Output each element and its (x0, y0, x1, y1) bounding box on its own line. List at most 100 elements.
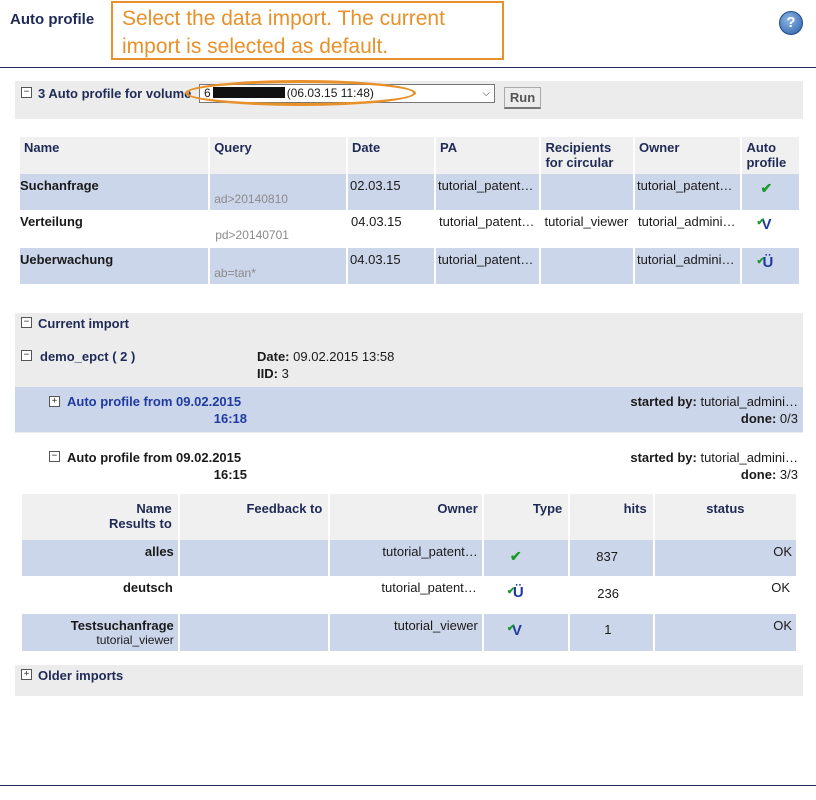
collapse-toggle-icon[interactable]: − (21, 87, 32, 98)
expand-toggle-icon[interactable]: + (49, 396, 60, 407)
import-iid-value: 3 (281, 366, 289, 381)
result-hits[interactable]: 837 (568, 540, 654, 576)
result-feedback (177, 540, 330, 576)
col-owner: Owner (632, 137, 742, 174)
header-divider (0, 67, 816, 68)
highlight-ellipse (185, 80, 416, 106)
result-results-to: tutorial_viewer (96, 633, 174, 647)
done-value: 0/3 (779, 411, 798, 426)
result-name[interactable]: deutsch (22, 576, 179, 614)
started-by-label: started by: (630, 394, 697, 409)
v-icon[interactable]: ✔ V (741, 210, 799, 248)
import-iid-label: IID: (257, 366, 278, 381)
result-status: OK (652, 614, 796, 651)
result-name[interactable]: alles (22, 540, 179, 576)
chevron-down-icon: ⌵ (482, 88, 490, 99)
col-pa: PA (434, 137, 541, 174)
result-name-cell[interactable]: Testsuchanfrage tutorial_viewer (22, 614, 179, 651)
collapse-toggle-icon[interactable]: − (21, 317, 32, 328)
result-owner: tutorial_viewer (328, 614, 483, 651)
profile-owner: tutorial_patent… (632, 174, 742, 210)
table-header-row: Name Results to Feedback to Owner Type h… (22, 494, 796, 540)
result-feedback (177, 614, 330, 651)
result-status: OK (771, 580, 790, 595)
table-row[interactable]: Ueberwachung ab=tan* 04.03.15 tutorial_p… (20, 248, 799, 284)
run-button[interactable]: Run (504, 87, 541, 109)
import-date-value: 09.02.2015 13:58 (293, 349, 395, 364)
collapse-toggle-icon[interactable]: − (21, 350, 32, 361)
profile-query: pd>20140701 (215, 228, 289, 242)
col-results-to-label: Results to (108, 516, 172, 531)
profile-query: ab=tan* (208, 248, 348, 284)
footer-divider (0, 785, 816, 786)
profile-pa: tutorial_patent… (439, 214, 535, 229)
col-type: Type (481, 494, 570, 540)
profile-date: 04.03.15 (346, 248, 436, 284)
started-by-value: tutorial_admini… (700, 450, 798, 465)
older-imports-label[interactable]: Older imports (38, 668, 123, 683)
run-done: done: 3/3 (741, 467, 798, 482)
result-feedback (179, 576, 330, 614)
result-name[interactable]: Testsuchanfrage (26, 618, 174, 633)
started-by-value: tutorial_admini… (700, 394, 798, 409)
table-row[interactable]: Suchanfrage ad>20140810 02.03.15 tutoria… (20, 174, 799, 210)
instruction-callout: Select the data import. The current impo… (111, 1, 504, 60)
table-row[interactable]: Testsuchanfrage tutorial_viewer tutorial… (22, 614, 796, 651)
profile-recipients (539, 248, 634, 284)
current-import-label: Current import (38, 316, 129, 331)
profile-recipients (539, 174, 634, 210)
result-hits[interactable]: 1 (568, 614, 654, 651)
col-status: status (652, 494, 796, 540)
check-icon[interactable]: ✔ (740, 174, 799, 210)
import-date-label: Date: (257, 349, 290, 364)
run-title-line2[interactable]: 16:18 (67, 411, 247, 426)
profile-pa: tutorial_patent… (434, 174, 541, 210)
col-hits: hits (568, 494, 654, 540)
help-icon[interactable]: ? (779, 11, 803, 35)
import-date: Date: 09.02.2015 13:58 (257, 349, 394, 364)
page-title: Auto profile (10, 11, 95, 28)
profile-date: 04.03.15 (351, 214, 402, 229)
result-hits[interactable]: 236 (569, 576, 653, 614)
v-icon: ✔ V (481, 614, 570, 651)
volume-label: 3 Auto profile for volume (38, 86, 192, 101)
import-iid: IID: 3 (257, 366, 289, 381)
col-query: Query (208, 137, 348, 174)
older-imports-panel (15, 665, 803, 696)
profile-name[interactable]: Suchanfrage (20, 174, 210, 210)
table-row[interactable]: deutsch tutorial_patent… ✔ Ü 236 OK (22, 576, 796, 614)
col-name: Name (24, 140, 60, 155)
expand-toggle-icon[interactable]: + (21, 669, 32, 680)
run-title-line2[interactable]: 16:15 (67, 467, 247, 482)
profile-name[interactable]: Verteilung (20, 210, 209, 248)
u-icon[interactable]: ✔ Ü (740, 248, 799, 284)
profile-name[interactable]: Ueberwachung (20, 248, 210, 284)
check-icon: ✔ (481, 540, 570, 576)
col-auto-profile: Auto profile (740, 137, 799, 174)
done-value: 3/3 (779, 467, 798, 482)
run-title-line1[interactable]: Auto profile from 09.02.2015 (67, 394, 247, 409)
profile-owner: tutorial_admini… (638, 214, 736, 229)
profile-recipients: tutorial_viewer (544, 214, 629, 229)
col-owner: Owner (328, 494, 483, 540)
col-name-label: Name (136, 501, 172, 516)
collapse-toggle-icon[interactable]: − (49, 451, 60, 462)
profiles-table: Name Query Date PA Recipients for circul… (20, 137, 799, 284)
run-title-line1[interactable]: Auto profile from 09.02.2015 (67, 450, 247, 465)
run-started-by: started by: tutorial_admini… (630, 450, 798, 465)
result-owner: tutorial_patent… (328, 540, 483, 576)
done-label: done: (740, 411, 777, 426)
run-started-by: started by: tutorial_admini… (630, 394, 798, 409)
result-status: OK (652, 540, 796, 576)
import-name[interactable]: demo_epct ( 2 ) (40, 349, 135, 364)
profile-date: 02.03.15 (346, 174, 436, 210)
table-row[interactable]: alles tutorial_patent… ✔ 837 OK (22, 540, 796, 576)
table-row[interactable]: Verteilung pd>20140701 04.03.15 tutorial… (20, 210, 799, 248)
results-table: Name Results to Feedback to Owner Type h… (22, 494, 796, 651)
profile-query: ad>20140810 (208, 174, 348, 210)
col-recipients: Recipients for circular (539, 137, 634, 174)
col-date: Date (346, 137, 436, 174)
u-icon: ✔ Ü (506, 584, 524, 601)
col-feedback: Feedback to (177, 494, 330, 540)
table-header-row: Name Query Date PA Recipients for circul… (20, 137, 799, 174)
